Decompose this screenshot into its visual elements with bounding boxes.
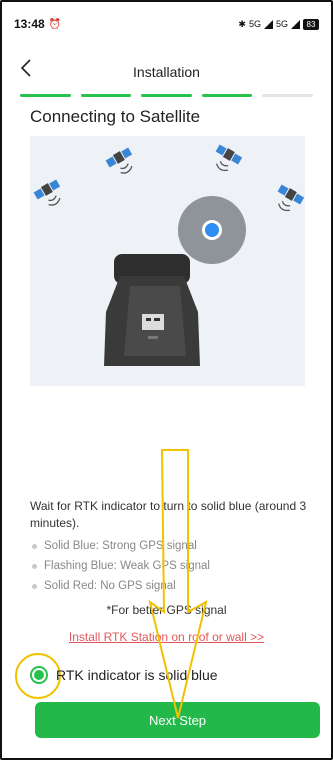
instructions-main: Wait for RTK indicator to turn to solid … (30, 499, 307, 530)
alarm-icon: ⏰ (48, 18, 62, 30)
app-header: Installation (2, 56, 331, 92)
install-rtk-station-link[interactable]: Install RTK Station on roof or wall >> (2, 630, 331, 644)
gps-tip: *For better GPS signal (106, 603, 227, 617)
progress-step-5 (262, 94, 313, 97)
satellite-illustration (30, 136, 305, 386)
list-item: Solid Red: No GPS signal (30, 576, 322, 596)
signal-icon (263, 19, 273, 29)
page-header-title: Installation (133, 64, 200, 80)
rtk-indicator-zoom (178, 196, 246, 264)
network-label-2: 5G (275, 19, 288, 29)
bluetooth-icon: ✱ (238, 18, 246, 29)
section-title: Connecting to Satellite (30, 107, 201, 126)
progress-step-2 (80, 94, 132, 97)
app-screen: 13:48 ⏰ ✱ 5G 5G 83 Installation Connecti… (0, 0, 333, 760)
progress-step-1 (20, 94, 71, 97)
rtk-confirm-option[interactable]: RTK indicator is solid blue (30, 666, 218, 684)
list-item: Flashing Blue: Weak GPS signal (30, 556, 322, 576)
rtk-confirm-label: RTK indicator is solid blue (56, 667, 218, 683)
progress-step-4 (201, 94, 253, 97)
radio-button[interactable] (30, 666, 48, 684)
battery-icon: 83 (303, 18, 319, 30)
mower-satellite-graphic (33, 144, 305, 366)
satellite-icon-4 (277, 184, 305, 212)
next-step-button[interactable]: Next Step (35, 702, 320, 738)
instructions-block: Wait for RTK indicator to turn to solid … (30, 498, 322, 596)
list-item: Solid Blue: Strong GPS signal (30, 536, 322, 556)
status-time: 13:48 (14, 17, 45, 31)
satellite-icon-3 (215, 144, 243, 172)
signal-icon-2 (291, 19, 300, 29)
step-progress-bar (20, 94, 313, 98)
mower-device (104, 254, 200, 366)
network-label: 5G (248, 19, 261, 29)
satellite-icon-1 (33, 179, 61, 206)
progress-step-3 (141, 94, 192, 97)
radio-dot (34, 670, 44, 680)
satellite-icon-2 (105, 147, 133, 174)
status-bar: 13:48 ⏰ ✱ 5G 5G 83 (2, 2, 331, 46)
indicator-status-list: Solid Blue: Strong GPS signal Flashing B… (30, 536, 322, 596)
